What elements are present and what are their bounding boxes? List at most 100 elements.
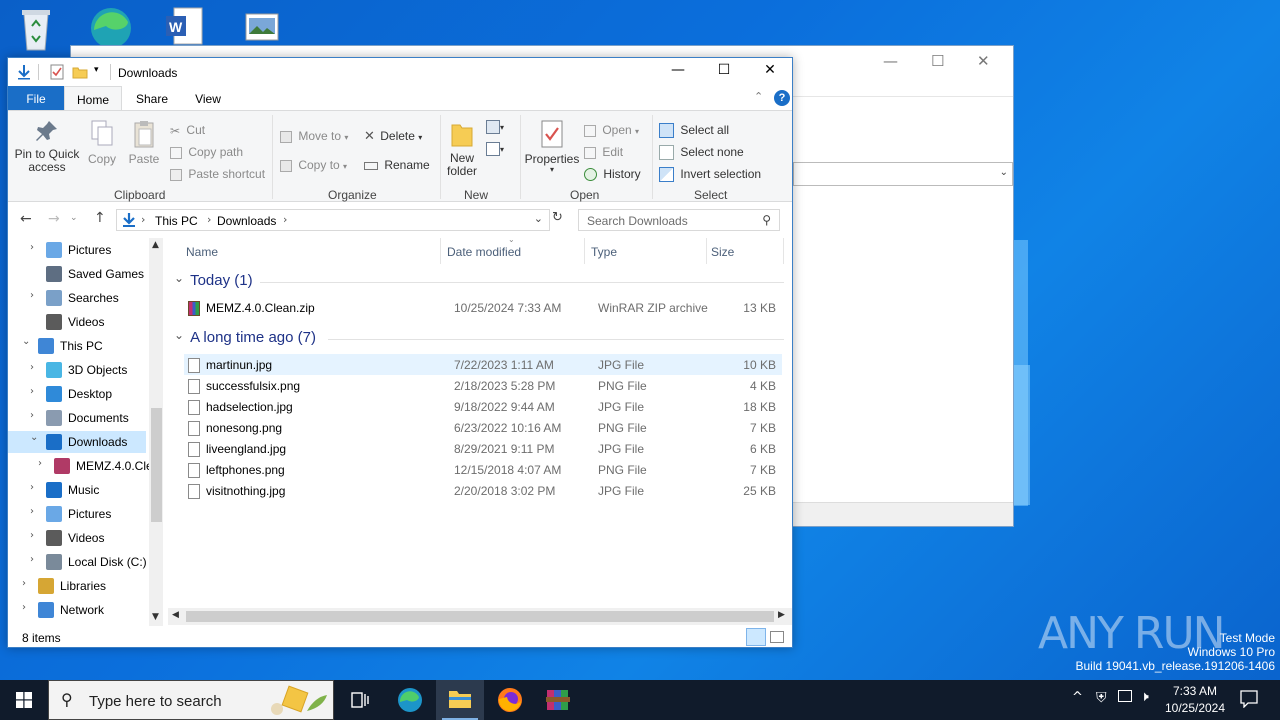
file-row[interactable]: hadselection.jpg 9/18/2022 9:44 AM JPG Fil… [184, 396, 782, 417]
nav-item-videos[interactable]: › Videos [8, 527, 146, 549]
start-button[interactable] [0, 680, 48, 720]
minimize-button[interactable]: — [658, 62, 698, 78]
move-to-button[interactable]: Move to ▾ [280, 129, 348, 143]
select-none-button[interactable]: Select none [659, 145, 744, 161]
easy-access-button[interactable]: ▾ [486, 141, 504, 156]
copy-path-button[interactable]: Copy path [170, 145, 243, 159]
collapsed-chevron-icon[interactable]: › [30, 506, 34, 517]
column-date-modified[interactable]: Date modified [447, 245, 521, 259]
recycle-bin-icon[interactable] [14, 6, 70, 52]
taskbar-clock[interactable]: 7:33 AM 10/25/2024 [1160, 683, 1230, 717]
customize-toolbar-chevron-icon[interactable]: ▾ [94, 65, 99, 75]
scroll-down-arrow-icon[interactable]: ▼ [152, 612, 159, 622]
expanded-chevron-icon[interactable]: ⌄ [22, 336, 30, 347]
tab-home[interactable]: Home [64, 86, 122, 110]
new-folder-small-icon[interactable] [72, 64, 88, 80]
nav-item-desktop[interactable]: › Desktop [8, 383, 146, 405]
title-bar[interactable]: ▾ Downloads — ☐ ✕ [8, 58, 792, 86]
group-collapse-chevron-icon[interactable]: ⌄ [174, 328, 184, 342]
taskbar-winrar[interactable] [534, 680, 582, 720]
action-center-button[interactable] [1232, 680, 1272, 720]
show-hidden-icons-chevron-icon[interactable]: ^ [1072, 690, 1083, 705]
back-arrow-icon[interactable]: ← [20, 211, 32, 227]
edit-button[interactable]: Edit [584, 145, 623, 159]
collapsed-chevron-icon[interactable]: › [38, 458, 42, 469]
file-row[interactable]: successfulsix.png 2/18/2023 5:28 PM PNG Fi… [184, 375, 782, 396]
nav-item-libraries[interactable]: › Libraries [8, 575, 146, 597]
nav-item-local-disk-c[interactable]: › Local Disk (C:) [8, 551, 147, 573]
forward-arrow-icon[interactable]: → [48, 211, 60, 227]
paste-shortcut-button[interactable]: Paste shortcut [170, 167, 265, 181]
copy-to-button[interactable]: Copy to ▾ [280, 158, 347, 172]
open-button[interactable]: Open ▾ [584, 123, 639, 137]
group-header[interactable]: ⌄ Today (1) [174, 271, 253, 289]
recent-locations-chevron-icon[interactable]: ⌄ [70, 213, 78, 223]
nav-item-this-pc[interactable]: ⌄ This PC [8, 335, 146, 357]
background-window-dropdown[interactable]: ⌄ [793, 162, 1013, 186]
file-row[interactable]: visitnothing.jpg 2/20/2018 3:02 PM JPG Fil… [184, 480, 782, 501]
column-type[interactable]: Type [591, 245, 617, 259]
breadcrumb-this-pc[interactable]: This PC [155, 214, 198, 228]
nav-item-saved-games[interactable]: Saved Games [8, 263, 146, 285]
nav-item-network[interactable]: › Network [8, 599, 146, 621]
collapsed-chevron-icon[interactable]: › [22, 602, 26, 613]
taskbar-edge[interactable] [386, 680, 434, 720]
file-row[interactable]: liveengland.jpg 8/29/2021 9:11 PM JPG File… [184, 438, 782, 459]
scroll-up-arrow-icon[interactable]: ▲ [152, 240, 159, 250]
nav-item-pictures[interactable]: › Pictures [8, 239, 146, 261]
properties-check-icon[interactable] [50, 64, 64, 80]
nav-item-3d-objects[interactable]: › 3D Objects [8, 359, 146, 381]
column-name[interactable]: Name [186, 245, 218, 259]
close-button[interactable]: ✕ [750, 62, 790, 78]
group-header[interactable]: ⌄ A long time ago (7) [174, 328, 316, 346]
invert-selection-button[interactable]: Invert selection [659, 167, 761, 183]
file-row[interactable]: martinun.jpg 7/22/2023 1:11 AM JPG File 10 … [184, 354, 782, 375]
tab-share[interactable]: Share [126, 86, 178, 110]
large-icons-view-icon[interactable] [770, 631, 784, 643]
column-size[interactable]: Size [711, 245, 734, 259]
delete-button[interactable]: ✕ Delete ▾ [364, 129, 422, 144]
copy-button[interactable]: Copy [86, 119, 118, 166]
quick-access-down-arrow-icon[interactable] [16, 64, 32, 80]
nav-item-pictures[interactable]: › Pictures [8, 503, 146, 525]
up-arrow-icon[interactable]: ↑ [94, 210, 106, 226]
ribbon-collapse-chevron-icon[interactable]: ⌃ [754, 90, 763, 103]
collapsed-chevron-icon[interactable]: › [30, 482, 34, 493]
collapsed-chevron-icon[interactable]: › [30, 242, 34, 253]
file-row[interactable]: MEMZ.4.0.Clean.zip 10/25/2024 7:33 AM WinR… [184, 297, 782, 318]
network-icon[interactable] [1118, 690, 1132, 702]
group-collapse-chevron-icon[interactable]: ⌄ [174, 271, 184, 285]
file-row[interactable]: leftphones.png 12/15/2018 4:07 AM PNG File… [184, 459, 782, 480]
nav-item-memz-4-0-cle[interactable]: › MEMZ.4.0.Cle [8, 455, 153, 477]
minimize-icon[interactable]: — [883, 52, 898, 70]
taskbar-file-explorer[interactable] [436, 680, 484, 720]
breadcrumb-downloads[interactable]: Downloads [217, 214, 276, 228]
file-list-horizontal-scrollbar[interactable]: ◀ ▶ [168, 608, 792, 625]
select-all-button[interactable]: Select all [659, 123, 729, 139]
scroll-left-arrow-icon[interactable]: ◀ [172, 610, 179, 620]
new-item-button[interactable]: ▾ [486, 119, 504, 134]
horizontal-scroll-thumb[interactable] [186, 611, 774, 622]
tab-view[interactable]: View [182, 86, 234, 110]
paste-button[interactable]: Paste [126, 119, 162, 166]
defender-icon[interactable]: ⛨ [1096, 690, 1107, 706]
collapsed-chevron-icon[interactable]: › [30, 386, 34, 397]
file-explorer-window[interactable]: ▾ Downloads — ☐ ✕ File Home Share View ⌃… [7, 57, 793, 648]
collapsed-chevron-icon[interactable]: › [22, 578, 26, 589]
volume-icon[interactable]: 🕨 [1140, 689, 1149, 705]
pin-to-quick-access-button[interactable]: Pin to Quick access [14, 119, 80, 174]
new-folder-button[interactable]: New folder [442, 119, 482, 178]
task-view-button[interactable] [336, 680, 384, 720]
properties-button[interactable]: Properties ▾ [522, 119, 582, 174]
collapsed-chevron-icon[interactable]: › [30, 362, 34, 373]
close-icon[interactable]: ✕ [977, 52, 990, 70]
maximize-icon[interactable]: ☐ [931, 52, 944, 70]
edge-desktop-icon[interactable] [86, 4, 142, 50]
nav-item-videos[interactable]: Videos [8, 311, 146, 333]
expanded-chevron-icon[interactable]: ⌄ [30, 432, 38, 443]
collapsed-chevron-icon[interactable]: › [30, 554, 34, 565]
address-bar[interactable]: › This PC › Downloads › ⌄ [116, 209, 550, 231]
navigation-pane[interactable]: › Pictures Saved Games › Searches Videos ⌄ This… [8, 238, 163, 626]
collapsed-chevron-icon[interactable]: › [30, 410, 34, 421]
search-input[interactable]: Search Downloads ⚲ [578, 209, 780, 231]
